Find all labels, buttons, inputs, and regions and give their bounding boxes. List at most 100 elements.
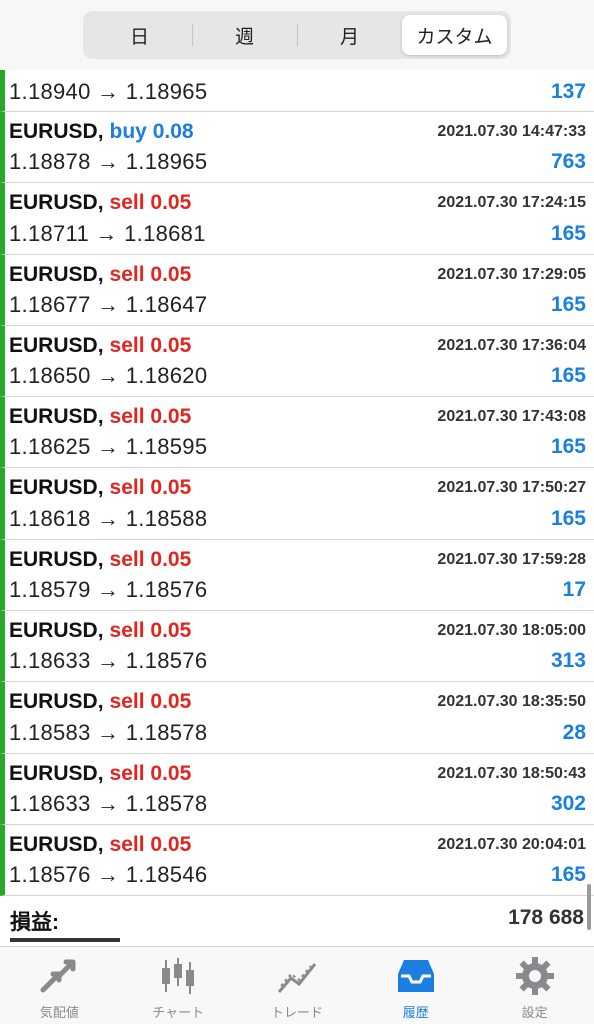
trade-profit: 165 [550, 292, 586, 316]
trade-header-line: EURUSD, sell 0.05 2021.07.30 17:59:28 [9, 547, 586, 573]
period-tab-custom[interactable]: カスタム [402, 15, 507, 55]
trade-side: sell 0.05 [109, 405, 192, 429]
trade-time: 2021.07.30 18:35:50 [437, 693, 586, 711]
trade-prices: 1.18878 → 1.18965 [9, 149, 208, 175]
trade-row[interactable]: EURUSD, sell 0.05 2021.07.30 20:04:01 1.185… [0, 824, 594, 897]
trade-symbol: EURUSD [9, 832, 98, 856]
trade-row[interactable]: EURUSD, sell 0.05 2021.07.30 17:50:27 1.186… [0, 468, 594, 540]
separator: , [97, 619, 104, 643]
trade-side: buy 0.08 [109, 120, 194, 143]
tab-label: 履歴 [402, 1006, 429, 1021]
trade-symbol: EURUSD [9, 262, 98, 286]
trade-time: 2021.07.30 17:24:15 [437, 194, 586, 212]
trade-header-line: EURUSD, sell 0.05 2021.07.30 17:43:08 [9, 404, 586, 430]
trade-symbol: EURUSD [9, 547, 98, 571]
trade-prices: 1.18711 → 1.18681 [9, 220, 206, 246]
separator: , [97, 333, 104, 357]
trade-profit: 17 [562, 578, 586, 602]
period-header: 日 週 月 カスタム [0, 0, 594, 70]
tab-label: トレード [270, 1006, 323, 1021]
scrollbar-thumb[interactable] [587, 884, 591, 930]
period-tab-month[interactable]: 月 [297, 15, 402, 55]
trade-prices: 1.18618 → 1.18588 [9, 505, 208, 531]
trade-row[interactable]: EURUSD, sell 0.05 2021.07.30 17:36:04 1.186… [0, 325, 594, 398]
tab-chart[interactable]: チャート [119, 947, 238, 1024]
bottom-tab-bar: 気配値 チャート トレード 履歴 設定 [0, 946, 594, 1024]
quotes-arrows-icon [40, 959, 76, 993]
trade-price-line: 1.18633 → 1.18578 302 [9, 790, 586, 818]
trade-price-line: 1.18711 → 1.18681 165 [9, 220, 586, 248]
trade-header-line: EURUSD, sell 0.05 2021.07.30 17:36:04 [9, 333, 586, 359]
trade-header-line: EURUSD, sell 0.05 2021.07.30 17:29:05 [9, 262, 586, 288]
trade-row[interactable]: EURUSD, sell 0.05 2021.07.30 18:35:50 1.185… [0, 682, 594, 754]
trade-price-line: 1.18940 → 1.18965 137 [9, 78, 586, 106]
trade-prices: 1.18940 → 1.18965 [9, 79, 208, 104]
separator: , [97, 405, 104, 429]
trade-symbol: EURUSD [9, 405, 98, 429]
separator: , [97, 761, 104, 785]
trade-price-line: 1.18625 → 1.18595 165 [9, 433, 586, 461]
tab-label: 設定 [521, 1006, 548, 1021]
trade-side: sell 0.05 [109, 832, 192, 856]
trade-row[interactable]: 1.18940 → 1.18965 137 [0, 70, 594, 112]
trade-row[interactable]: EURUSD, sell 0.05 2021.07.30 17:43:08 1.186… [0, 397, 594, 469]
trade-price-line: 1.18878 → 1.18965 763 [9, 148, 586, 176]
trade-side: sell 0.05 [109, 476, 192, 500]
trade-side: sell 0.05 [109, 690, 192, 714]
period-tab-week[interactable]: 週 [192, 15, 297, 55]
separator: , [97, 832, 104, 856]
trade-profit: 28 [562, 720, 586, 744]
separator: , [97, 120, 104, 143]
separator: , [97, 191, 104, 215]
trade-symbol: EURUSD [9, 333, 98, 357]
separator: , [97, 690, 104, 714]
trade-symbol: EURUSD [9, 476, 98, 500]
trade-row[interactable]: EURUSD, sell 0.05 2021.07.30 18:05:00 1.186… [0, 611, 594, 683]
gear-icon [515, 957, 554, 995]
trade-row[interactable]: EURUSD, sell 0.05 2021.07.30 17:59:28 1.185… [0, 539, 594, 612]
trade-side: sell 0.05 [109, 191, 192, 215]
separator: , [97, 476, 104, 500]
history-tray-icon [397, 960, 434, 992]
trade-time: 2021.07.30 17:43:08 [437, 408, 586, 426]
tab-settings[interactable]: 設定 [475, 947, 594, 1024]
trade-profit: 165 [550, 221, 586, 245]
trade-price-line: 1.18583 → 1.18578 28 [9, 719, 586, 747]
trade-header-line: EURUSD, sell 0.05 2021.07.30 18:05:00 [9, 618, 586, 644]
period-tab-day[interactable]: 日 [87, 15, 192, 55]
trade-time: 2021.07.30 17:29:05 [437, 265, 586, 283]
trade-header-line: EURUSD, buy 0.08 2021.07.30 14:47:33 [9, 119, 586, 145]
trade-prices: 1.18579 → 1.18576 [9, 577, 208, 603]
candlestick-chart-icon [162, 958, 195, 994]
trade-header-line: EURUSD, sell 0.05 2021.07.30 18:50:43 [9, 761, 586, 787]
trade-header-line: EURUSD, sell 0.05 2021.07.30 20:04:01 [9, 832, 586, 858]
trade-price-line: 1.18579 → 1.18576 17 [9, 576, 586, 604]
tab-label: 気配値 [39, 1006, 79, 1021]
trade-header-line: EURUSD, sell 0.05 2021.07.30 17:24:15 [9, 190, 586, 216]
tab-quotes[interactable]: 気配値 [0, 947, 119, 1024]
trade-row[interactable]: EURUSD, sell 0.05 2021.07.30 17:29:05 1.186… [0, 254, 594, 326]
trade-prices: 1.18576 → 1.18546 [9, 862, 208, 888]
separator: , [97, 262, 104, 286]
trade-profit: 313 [550, 649, 586, 673]
trade-profit: 763 [550, 150, 586, 174]
trade-price-line: 1.18633 → 1.18576 313 [9, 647, 586, 675]
trade-row[interactable]: EURUSD, buy 0.08 2021.07.30 14:47:33 1.1887… [0, 112, 594, 184]
trade-profit: 165 [550, 435, 586, 459]
trade-price-line: 1.18618 → 1.18588 165 [9, 505, 586, 533]
trade-row[interactable]: EURUSD, sell 0.05 2021.07.30 17:24:15 1.187… [0, 183, 594, 255]
trade-symbol: EURUSD [9, 690, 98, 714]
tab-trade[interactable]: トレード [238, 947, 357, 1024]
trade-symbol: EURUSD [9, 191, 98, 215]
trade-prices: 1.18633 → 1.18576 [9, 648, 208, 674]
trade-time: 2021.07.30 20:04:01 [437, 835, 586, 853]
summary-section: 損益: 178 688 [0, 896, 594, 946]
trade-side: sell 0.05 [109, 262, 192, 286]
clipped-text-fragment [10, 938, 120, 946]
trade-history-list[interactable]: 1.18940 → 1.18965 137 EURUSD, buy 0.08 2021.… [0, 70, 594, 946]
trade-price-line: 1.18677 → 1.18647 165 [9, 291, 586, 319]
trade-line-icon [277, 963, 317, 993]
tab-history[interactable]: 履歴 [356, 947, 475, 1024]
trade-row[interactable]: EURUSD, sell 0.05 2021.07.30 18:50:43 1.186… [0, 753, 594, 825]
trade-time: 2021.07.30 17:50:27 [437, 479, 586, 497]
